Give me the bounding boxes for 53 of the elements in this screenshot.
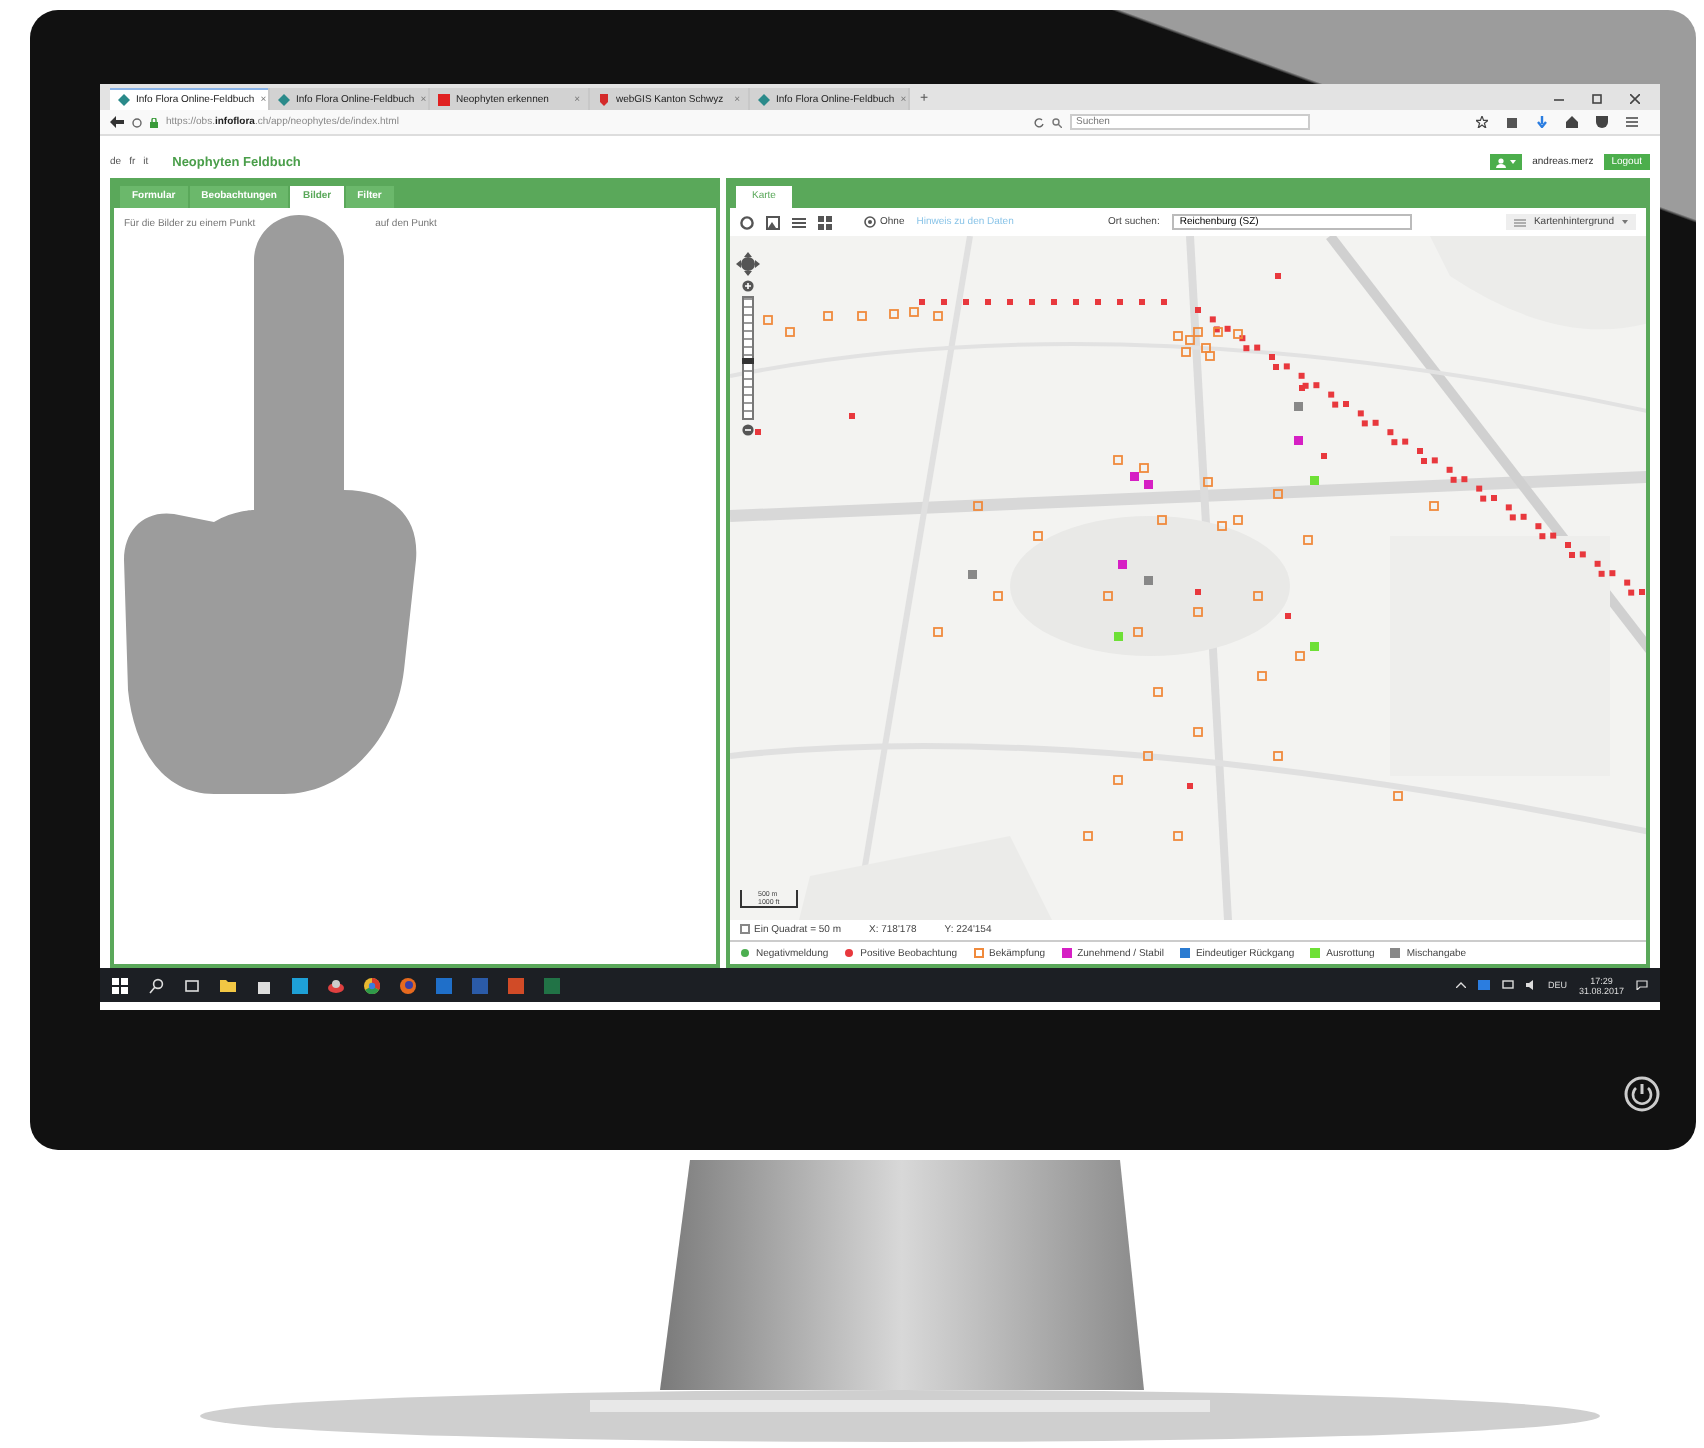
firefox-icon[interactable] <box>400 977 416 993</box>
square-icon <box>1061 948 1072 958</box>
layers-icon <box>1513 217 1526 227</box>
square-icon <box>1179 948 1190 958</box>
pan-control-icon[interactable] <box>736 252 760 276</box>
zoom-out-icon[interactable] <box>742 424 754 436</box>
lock-icon <box>150 117 158 127</box>
minimize-icon[interactable] <box>1554 94 1564 104</box>
power-icon[interactable] <box>1624 1076 1660 1112</box>
task-view-icon[interactable] <box>184 977 200 993</box>
monitor-icon[interactable] <box>1501 980 1514 990</box>
circle-icon[interactable] <box>740 215 754 229</box>
grid-icon[interactable] <box>818 215 832 229</box>
target-icon <box>864 216 876 228</box>
checkbox[interactable] <box>740 924 750 935</box>
info-icon <box>132 117 142 127</box>
zoom-in-icon[interactable] <box>742 280 754 292</box>
leaf-icon <box>118 93 130 105</box>
slider-thumb[interactable] <box>742 357 754 363</box>
folder-icon[interactable] <box>220 977 236 993</box>
person-icon <box>1496 157 1507 167</box>
reload-icon[interactable] <box>1034 117 1044 127</box>
search-icon[interactable] <box>148 977 164 993</box>
chrome-icon[interactable] <box>364 977 380 993</box>
search-icon <box>1052 117 1062 127</box>
home-icon[interactable] <box>1566 116 1578 128</box>
download-icon[interactable] <box>1536 116 1548 128</box>
square-icon <box>1310 948 1321 958</box>
leaf-icon <box>758 93 770 105</box>
speaker-icon[interactable] <box>1525 980 1536 990</box>
shield-icon <box>598 93 610 105</box>
maximize-icon[interactable] <box>1592 94 1602 104</box>
zoom-slider[interactable] <box>742 296 754 420</box>
windows-icon[interactable] <box>112 977 128 993</box>
app-icon[interactable] <box>292 977 308 993</box>
square-icon <box>438 93 450 105</box>
back-arrow-icon[interactable] <box>110 116 124 128</box>
leaf-icon <box>278 93 290 105</box>
square-icon <box>1390 948 1401 958</box>
caret-icon <box>1621 220 1628 224</box>
bag-icon[interactable] <box>256 977 272 993</box>
list-icon[interactable] <box>792 215 806 229</box>
star-icon[interactable] <box>1476 116 1488 128</box>
square-icon <box>973 948 984 958</box>
notification-icon[interactable] <box>1636 980 1648 990</box>
dot-icon <box>740 948 750 958</box>
caret-icon <box>1510 160 1517 164</box>
image-icon[interactable] <box>766 215 780 229</box>
dot-icon <box>844 948 855 958</box>
chevron-up-icon[interactable] <box>1455 982 1466 988</box>
menu-icon[interactable] <box>1626 116 1638 128</box>
user-menu-button[interactable] <box>1490 154 1523 170</box>
close-icon[interactable] <box>1630 94 1640 104</box>
